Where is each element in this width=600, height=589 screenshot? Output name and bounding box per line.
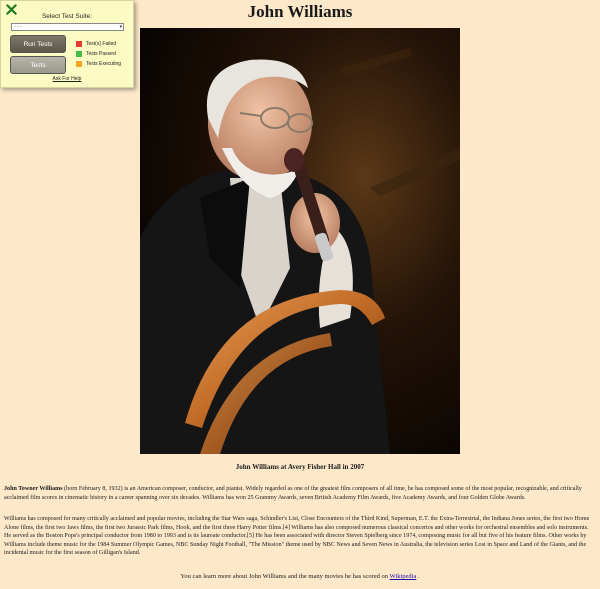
footer-text: You can learn more about John Williams a… [0,573,600,580]
legend-executing-label: Tests Executing [86,61,122,67]
passed-swatch [76,51,82,57]
intro-text: (born February 8, 1932) is an American c… [4,486,582,501]
select-suite-label: Select Test Suite: [41,13,93,20]
test-status-legend: Test(s) Failed Tests Passed Tests Execut… [76,39,121,69]
failed-swatch [76,41,82,47]
legend-failed: Test(s) Failed [76,39,121,49]
wikipedia-link[interactable]: Wikipedia [390,573,417,580]
footer-suffix: . [416,573,420,580]
legend-passed: Tests Passed [76,49,121,59]
photo-caption: John Williams at Avery Fisher Hall in 20… [235,463,365,471]
works-paragraph: Williams has composed for many criticall… [4,516,590,556]
legend-executing: Tests Executing [76,59,121,69]
legend-failed-label: Test(s) Failed [86,41,117,47]
footer-prefix: You can learn more about John Williams a… [180,573,390,580]
test-suite-panel: Select Test Suite: - - - ▾ Run Tests Tes… [0,0,134,88]
john-williams-photo [140,28,460,454]
executing-swatch [76,61,82,67]
select-value: - - - [14,24,22,30]
chevron-down-icon: ▾ [119,24,122,30]
test-suite-select[interactable]: - - - ▾ [11,23,124,31]
run-tests-button[interactable]: Run Tests [10,35,66,53]
intro-paragraph: John Towner Williams (born February 8, 1… [4,485,596,502]
legend-passed-label: Tests Passed [86,51,116,57]
ask-for-help-link[interactable]: Ask For Help [1,76,133,82]
tests-button[interactable]: Tests [10,56,66,74]
intro-name: John Towner Williams [4,486,63,492]
